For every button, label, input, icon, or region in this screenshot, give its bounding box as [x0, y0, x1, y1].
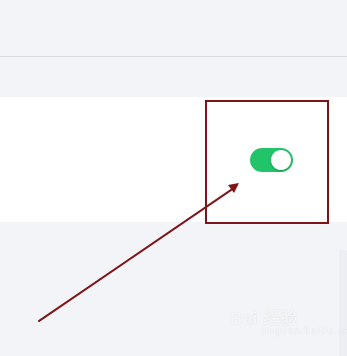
scroll-edge [339, 250, 347, 356]
watermark: Bai 经验 jingyan.baidu.com [230, 304, 347, 344]
watermark-brand: Bai 经验 [230, 309, 299, 328]
settings-row [0, 97, 347, 222]
section-divider [0, 56, 347, 57]
setting-toggle-switch[interactable] [250, 148, 293, 172]
toggle-knob [271, 150, 291, 170]
watermark-url: jingyan.baidu.com [262, 326, 347, 337]
